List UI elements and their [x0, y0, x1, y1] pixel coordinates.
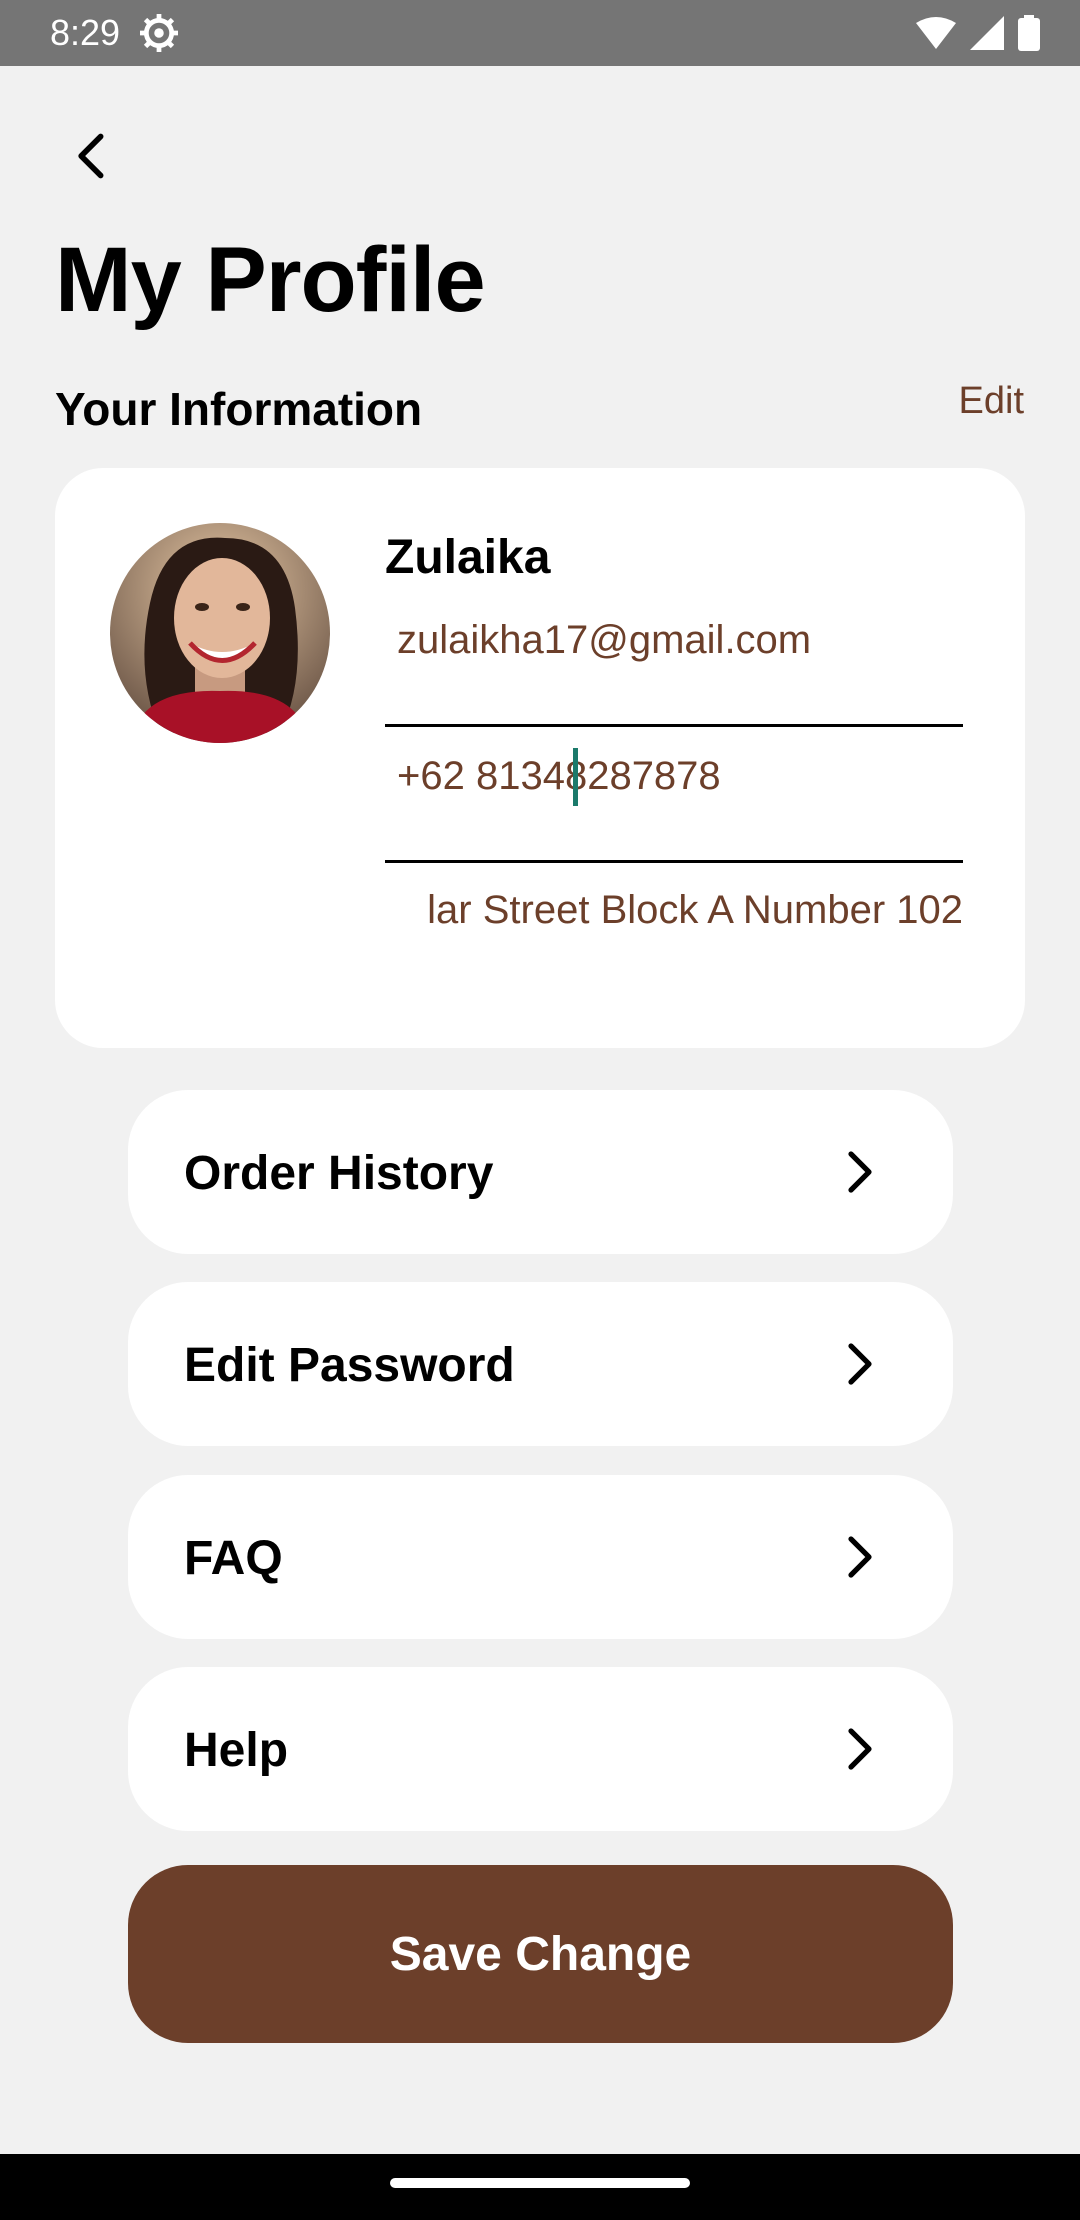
menu-item-edit-password[interactable]: Edit Password: [128, 1282, 953, 1446]
menu-item-label: Order History: [184, 1147, 494, 1200]
navigation-bar: [0, 2154, 1080, 2220]
phone-field[interactable]: +62 81348287878: [385, 724, 963, 863]
menu-item-label: FAQ: [184, 1532, 283, 1585]
profile-card: Zulaika zulaikha17@gmail.com +62 8134828…: [55, 468, 1025, 1048]
status-time: 8:29: [50, 12, 121, 53]
home-indicator[interactable]: [390, 2178, 690, 2188]
chevron-left-icon[interactable]: [66, 130, 118, 182]
battery-icon: [1018, 15, 1040, 51]
edit-link[interactable]: Edit: [959, 380, 1024, 423]
wifi-icon: [916, 17, 956, 49]
text-cursor: [573, 748, 578, 806]
menu-item-label: Help: [184, 1724, 289, 1777]
chevron-right-icon: [848, 1151, 872, 1193]
menu-item-label: Edit Password: [184, 1339, 515, 1392]
address-value[interactable]: lar Street Block A Number 102: [427, 888, 963, 933]
chevron-right-icon: [848, 1536, 872, 1578]
menu-item-faq[interactable]: FAQ: [128, 1475, 953, 1639]
save-change-button[interactable]: Save Change: [128, 1865, 953, 2043]
menu-item-help[interactable]: Help: [128, 1667, 953, 1831]
address-field[interactable]: lar Street Block A Number 102: [397, 888, 963, 948]
email-field[interactable]: zulaikha17@gmail.com: [385, 588, 963, 727]
page-title: My Profile: [55, 229, 486, 331]
status-icons: [916, 14, 1040, 52]
menu-item-order-history[interactable]: Order History: [128, 1090, 953, 1254]
chevron-right-icon: [848, 1343, 872, 1385]
profile-name: Zulaika: [385, 531, 551, 584]
avatar: [110, 523, 330, 743]
phone-value[interactable]: +62 81348287878: [397, 754, 957, 799]
chevron-right-icon: [848, 1728, 872, 1770]
cellular-signal-icon: [970, 16, 1004, 50]
settings-gear-icon: [140, 14, 178, 52]
section-title: Your Information: [55, 383, 423, 435]
status-bar: 8:29: [0, 0, 1080, 66]
email-value[interactable]: zulaikha17@gmail.com: [397, 618, 957, 663]
